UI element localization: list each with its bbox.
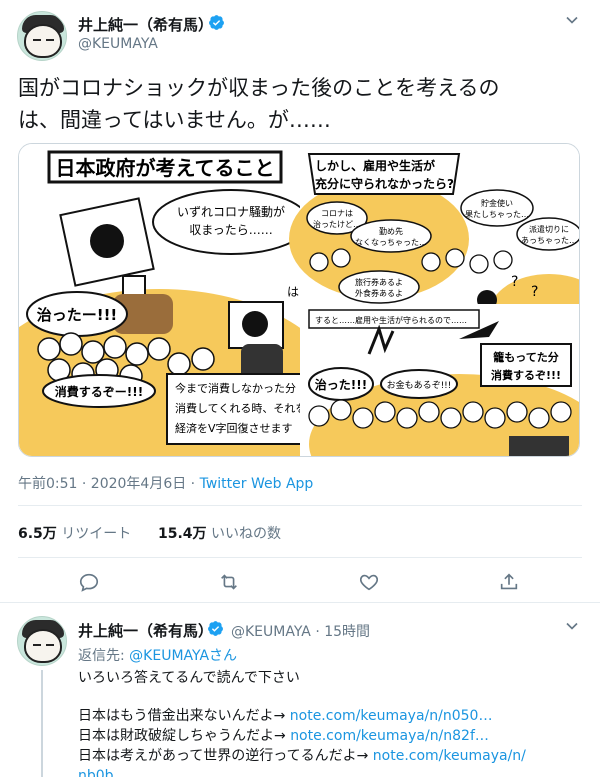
bubble-cured: 治ったー!!! — [37, 306, 118, 324]
bubble-small-2: 勤め先 — [379, 226, 403, 236]
svg-text:経済をV字回復させます: 経済をV字回復させます — [175, 421, 293, 435]
middle-caption: すると……雇用や生活が守られるので…… — [315, 315, 467, 325]
source-app-link[interactable]: Twitter Web App — [200, 476, 314, 492]
chevron-down-icon[interactable] — [562, 616, 582, 636]
bubble-speech-1: いずれコロナ騒動が — [177, 204, 285, 219]
chevron-down-icon[interactable] — [562, 10, 582, 30]
bubble-cured-2: 治った!!! — [315, 377, 367, 392]
bubble-consume: 消費するぞー!!! — [55, 384, 143, 399]
note-link-2[interactable]: note.com/keumaya/n/n82f… — [290, 728, 489, 744]
reply-icon[interactable] — [78, 571, 100, 593]
avatar[interactable] — [17, 11, 67, 61]
svg-text:果たしちゃった…: 果たしちゃった… — [465, 210, 529, 219]
retweet-stat[interactable]: 6.5万 リツイート — [18, 526, 131, 542]
action-bar — [0, 563, 600, 599]
verified-badge-icon — [209, 15, 224, 30]
divider — [18, 505, 582, 506]
author-handle[interactable]: @KEUMAYA — [78, 36, 158, 52]
author-handle-time[interactable]: @KEUMAYA · 15時間 — [231, 621, 370, 641]
share-icon[interactable] — [498, 571, 520, 593]
right-panel-title: しかし、雇用や生活が — [315, 158, 435, 173]
bubble-spend: 籠もってた分 — [492, 350, 558, 364]
svg-text:消費するぞ!!!: 消費するぞ!!! — [491, 368, 561, 382]
reply-text: いろいろ答えてるんで読んで下さい 日本はもう借金出来ないんだよ→ note.co… — [78, 668, 578, 777]
note-link-3-cont[interactable]: nb0b — [78, 768, 114, 777]
svg-text:収まったら……: 収まったら…… — [189, 223, 273, 237]
divider — [18, 557, 582, 558]
reply-tweet: 井上純一（希有馬） @KEUMAYA · 15時間 返信先: @KEUMAYAさ… — [0, 604, 600, 777]
bubble-small-5: 旅行券あるよ — [355, 277, 403, 287]
main-tweet: 井上純一（希有馬） @KEUMAYA 国がコロナショックが収まった後のことを考え… — [0, 0, 600, 603]
caption-box: 今まで消費しなかった分 — [175, 381, 296, 395]
like-icon[interactable] — [358, 571, 380, 593]
verified-badge-icon — [208, 621, 223, 636]
comic-image: 日本政府が考えてること いずれコロナ騒動が 収まったら…… 治ったー!!! は … — [19, 144, 579, 456]
tweet-image[interactable]: 日本政府が考えてること いずれコロナ騒動が 収まったら…… 治ったー!!! は … — [18, 143, 580, 457]
svg-text:消費してくれる時、それを: 消費してくれる時、それを — [175, 401, 306, 415]
svg-text:あっちゃった…: あっちゃった… — [521, 236, 577, 245]
svg-text:なくなっちゃった…: なくなっちゃった… — [355, 238, 427, 247]
author-name[interactable]: 井上純一（希有馬） — [78, 14, 213, 35]
svg-text:?: ? — [531, 284, 538, 300]
mention-link[interactable]: @KEUMAYAさん — [129, 648, 237, 664]
author-name[interactable]: 井上純一（希有馬） — [78, 620, 213, 641]
note-link-3[interactable]: note.com/keumaya/n/ — [373, 748, 526, 764]
svg-text:は: は — [287, 285, 299, 299]
tweet-stats: 6.5万 リツイート 15.4万 いいねの数 — [18, 523, 281, 543]
tweet-meta: 午前0:51 · 2020年4月6日 · Twitter Web App — [18, 473, 313, 493]
replying-to: 返信先: @KEUMAYAさん — [78, 648, 238, 664]
avatar[interactable] — [17, 616, 67, 666]
bubble-small-1: コロナは — [321, 209, 353, 218]
bubble-small-3: 貯金使い — [481, 198, 513, 208]
note-link-1[interactable]: note.com/keumaya/n/n050… — [290, 708, 493, 724]
bubble-small-4: 派遣切りに — [529, 224, 569, 234]
thread-line — [41, 670, 43, 777]
timestamp[interactable]: 午前0:51 · 2020年4月6日 · — [18, 476, 200, 492]
like-stat[interactable]: 15.4万 いいねの数 — [158, 526, 281, 542]
left-panel-title: 日本政府が考えてること — [56, 156, 275, 180]
retweet-icon[interactable] — [218, 571, 240, 593]
svg-text:外食券あるよ: 外食券あるよ — [355, 288, 403, 298]
svg-text:?: ? — [511, 274, 518, 290]
bubble-money: お金もあるぞ!!! — [387, 379, 452, 391]
tweet-text: 国がコロナショックが収まった後のことを考えるの は、間違ってはいません。が…… — [18, 76, 500, 132]
svg-text:治ったけど…: 治ったけど… — [313, 219, 361, 229]
svg-text:充分に守られなかったら?: 充分に守られなかったら? — [315, 176, 454, 191]
